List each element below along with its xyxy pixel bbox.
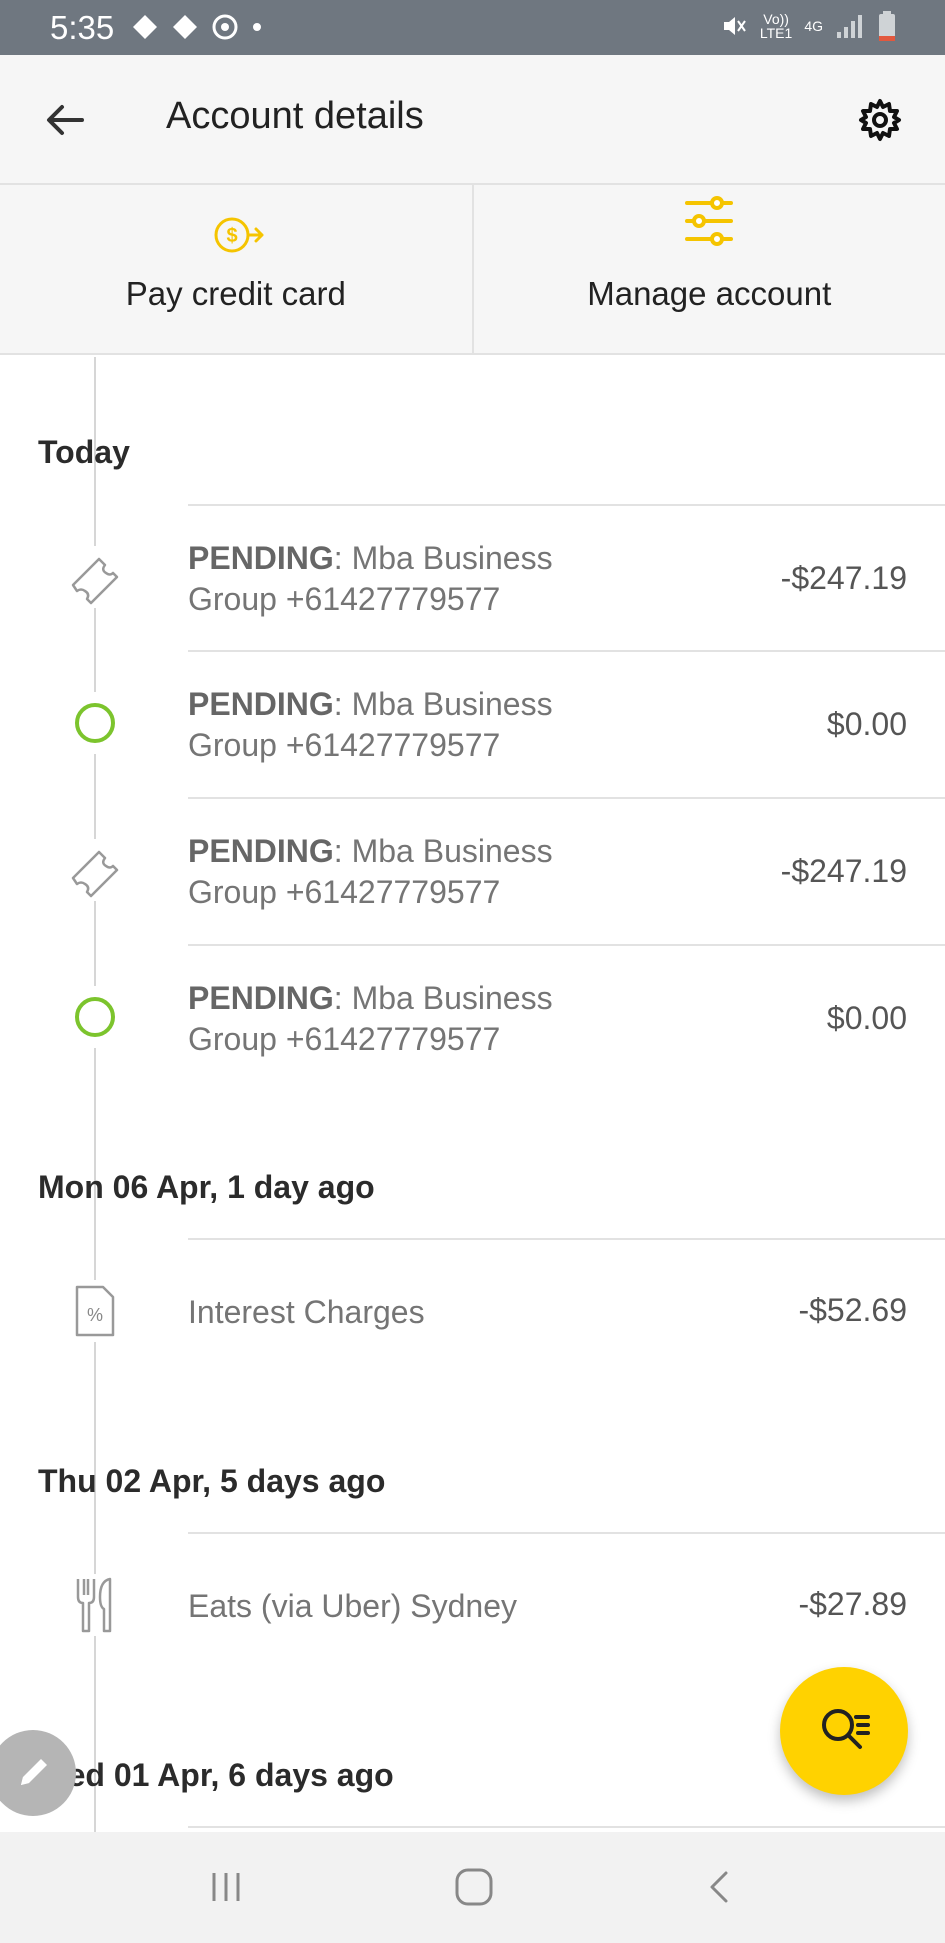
recents-icon [212,1873,240,1901]
svg-text:$: $ [226,225,237,247]
dollar-arrow-icon: $ [214,217,264,253]
system-nav-bar [0,1832,945,1943]
home-button[interactable] [444,1862,504,1912]
section-header-today: Today [38,434,130,470]
pencil-icon [21,1759,47,1785]
search-fab[interactable] [780,1667,908,1795]
gear-icon [859,99,901,141]
pay-credit-card-button[interactable]: $ Pay credit card [0,185,472,353]
dot-icon [253,23,261,31]
fork-knife-icon [64,1574,126,1636]
transaction-amount: $0.00 [826,1000,907,1036]
transaction-row[interactable]: PENDING: Mba Business Group +61427779577… [0,652,945,796]
settings-button[interactable] [855,95,905,145]
transaction-description: PENDING: Mba Business Group +61427779577 [188,833,553,910]
back-button[interactable] [40,95,90,145]
circle-icon [64,692,126,754]
section-header-thu-02-apr: Thu 02 Apr, 5 days ago [38,1463,386,1499]
transaction-row[interactable]: PENDING: Mba Business Group +61427779577… [0,799,945,943]
page-title: Account details [166,95,424,137]
transaction-description: PENDING: Mba Business Group +61427779577 [188,686,553,763]
edit-bubble[interactable] [0,1730,76,1816]
status-bar: 5:35 Vo)) LTE1 4G [0,0,945,55]
section-header-wed-01-apr: Wed 01 Apr, 6 days ago [38,1757,394,1793]
pay-credit-card-label: Pay credit card [125,275,346,312]
search-list-icon [822,1709,870,1749]
transaction-description: PENDING: Mba Business Group +61427779577 [188,540,553,617]
arrow-left-icon [47,105,84,135]
transaction-amount: $0.00 [826,706,907,742]
mute-icon [723,17,746,35]
ticket-icon [64,546,126,608]
divider [188,1826,945,1828]
transaction-amount: -$247.19 [780,853,907,889]
battery-icon [879,11,895,41]
transaction-description: Interest Charges [188,1294,425,1330]
transaction-row[interactable]: Eats (via Uber) Sydney -$27.89 [0,1534,945,1680]
sync-icon [212,14,238,40]
transaction-amount: -$52.69 [798,1292,907,1328]
network-type: 4G [804,18,823,34]
status-time: 5:35 [50,9,115,46]
diamond-icon [173,15,197,39]
circle-icon [64,986,126,1048]
percent-document-icon: % [64,1280,126,1342]
transaction-row[interactable]: PENDING: Mba Business Group +61427779577… [0,506,945,650]
transaction-description: PENDING: Mba Business Group +61427779577 [188,980,553,1057]
transaction-row[interactable]: % Interest Charges -$52.69 [0,1240,945,1386]
diamond-icon [133,15,157,39]
volte-indicator: Vo)) LTE1 [759,11,793,41]
svg-text:%: % [87,1305,103,1325]
ticket-icon [64,839,126,901]
sliders-icon [685,196,734,246]
back-chevron-icon [710,1871,728,1903]
app-bar: Account details [0,55,945,185]
section-header-mon-06-apr: Mon 06 Apr, 1 day ago [38,1169,375,1205]
status-right-icons: Vo)) LTE1 4G [718,10,897,42]
transaction-amount: -$247.19 [780,560,907,596]
transaction-amount: -$27.89 [798,1586,907,1622]
home-icon [455,1868,493,1906]
recents-button[interactable] [196,1862,256,1912]
quick-actions: $ Pay credit card Manage account [0,185,945,355]
transaction-row[interactable]: PENDING: Mba Business Group +61427779577… [0,946,945,1090]
transaction-description: Eats (via Uber) Sydney [188,1588,518,1624]
signal-icon [837,15,862,38]
manage-account-label: Manage account [587,275,832,312]
status-notification-icons [130,12,264,42]
back-nav-button[interactable] [690,1862,750,1912]
manage-account-button[interactable]: Manage account [471,185,945,353]
